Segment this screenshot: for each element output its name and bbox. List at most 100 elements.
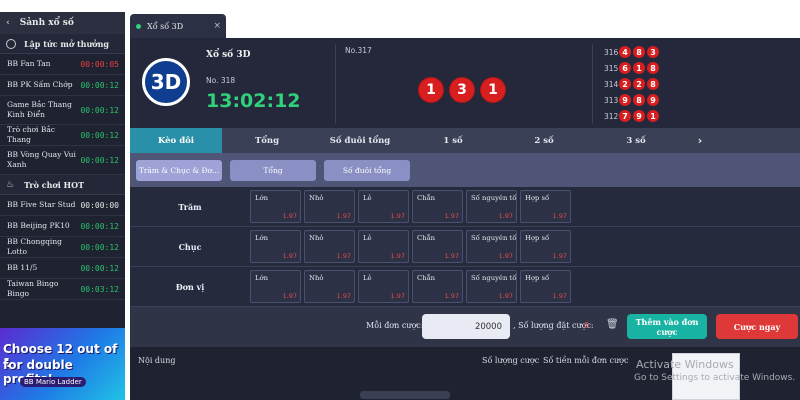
active-dot-icon bbox=[136, 23, 141, 29]
bet-option[interactable]: Nhỏ 1.97 bbox=[304, 270, 355, 303]
table-row bbox=[360, 391, 450, 399]
bet-option[interactable]: Lớn 1.97 bbox=[250, 230, 301, 263]
bet-row-label: Chục bbox=[178, 242, 202, 252]
bet-option-label: Lẻ bbox=[363, 234, 372, 242]
bet-option[interactable]: Lẻ 1.97 bbox=[358, 230, 409, 263]
bet-option-odds: 1.97 bbox=[498, 252, 513, 260]
game-name: BB PK Sấm Chớp bbox=[7, 80, 73, 89]
category-tab[interactable]: 1 số bbox=[408, 128, 498, 153]
game-name: BB Fan Tan bbox=[7, 59, 51, 68]
tab-xo-so-3d[interactable]: Xổ số 3D × bbox=[130, 14, 226, 38]
bet-option-label: Lẻ bbox=[363, 274, 372, 282]
bet-option-label: Lớn bbox=[255, 234, 268, 242]
history-ball: 1 bbox=[633, 62, 645, 74]
bet-row: Đơn vị Lớn 1.97 Nhỏ 1.97 Lẻ 1.97 Chẵn 1.97 Số ngu… bbox=[130, 267, 800, 307]
history-ball: 9 bbox=[619, 94, 631, 106]
sub-tab[interactable]: Tổng bbox=[230, 160, 316, 181]
watermark-subtitle: Go to Settings to activate Windows. bbox=[634, 373, 796, 383]
bet-option[interactable]: Chẵn 1.97 bbox=[412, 270, 463, 303]
bet-option-label: Lớn bbox=[255, 194, 268, 202]
sidebar-game-item[interactable]: Taiwan Bingo Bingo 00:03:12 bbox=[0, 279, 125, 300]
bet-option[interactable]: Chẵn 1.97 bbox=[412, 230, 463, 263]
game-name: BB Five Star Stud bbox=[7, 200, 76, 209]
bet-option[interactable]: Hợp số 1.97 bbox=[520, 230, 571, 263]
bet-option[interactable]: Lớn 1.97 bbox=[250, 270, 301, 303]
chevron-right-icon[interactable]: › bbox=[682, 128, 718, 153]
bet-option[interactable]: Số nguyên tố 1.97 bbox=[466, 270, 517, 303]
sub-tab[interactable]: Số đuôi tổng bbox=[324, 160, 410, 181]
history-ball: 8 bbox=[647, 78, 659, 90]
bet-option[interactable]: Nhỏ 1.97 bbox=[304, 230, 355, 263]
lottery-sidebar: ‹ Sảnh xổ số Lập tức mở thưởng BB Fan Tan… bbox=[0, 12, 125, 400]
game-countdown: 00:00:12 bbox=[80, 105, 119, 115]
game-name: Game Bắc Thang Kinh Điển bbox=[7, 100, 72, 119]
chevron-left-icon[interactable]: ‹ bbox=[6, 18, 10, 28]
bet-now-button[interactable]: Cược ngay bbox=[716, 314, 798, 339]
sidebar-game-item[interactable]: Game Bắc Thang Kinh Điển 00:00:12 bbox=[0, 96, 125, 125]
bet-controls: Mỗi đơn cược: , Số lượng đặt cược: 0 🗑 T… bbox=[130, 307, 800, 347]
history-ball: 3 bbox=[647, 46, 659, 58]
bet-option[interactable]: Số nguyên tố 1.97 bbox=[466, 230, 517, 263]
game-countdown: 00:00:12 bbox=[80, 80, 119, 90]
add-to-slip-button[interactable]: Thêm vào đơn cược bbox=[627, 314, 707, 339]
promo-banner[interactable]: Choose 12 out of 1 for double profits! B… bbox=[0, 328, 125, 400]
sidebar-game-item[interactable]: BB 11/5 00:00:12 bbox=[0, 258, 125, 279]
game-title: Xổ số 3D bbox=[206, 50, 251, 60]
sidebar-section-title: Lập tức mở thưởng bbox=[24, 38, 110, 49]
bet-amount-input[interactable] bbox=[422, 314, 510, 339]
bet-option[interactable]: Lẻ 1.97 bbox=[358, 270, 409, 303]
history-draw-number: 313 bbox=[604, 95, 619, 105]
bet-option[interactable]: Nhỏ 1.97 bbox=[304, 190, 355, 223]
sidebar-section-title: Trò chơi HOT bbox=[24, 179, 85, 190]
game-countdown: 00:00:12 bbox=[80, 242, 119, 252]
category-tab[interactable]: 2 số bbox=[498, 128, 590, 153]
category-tab[interactable]: 3 số bbox=[590, 128, 682, 153]
result-ball: 1 bbox=[419, 78, 443, 102]
bet-option-odds: 1.97 bbox=[552, 252, 567, 260]
result-ball: 1 bbox=[481, 78, 505, 102]
bet-option-odds: 1.97 bbox=[552, 292, 567, 300]
bet-option[interactable]: Lớn 1.97 bbox=[250, 190, 301, 223]
sub-tabs: Trăm & Chục & Đơ... Tổng Số đuôi tổng bbox=[130, 153, 800, 187]
category-tab[interactable]: Kèo đôi bbox=[130, 128, 222, 153]
bet-row: Chục Lớn 1.97 Nhỏ 1.97 Lẻ 1.97 Chẵn 1.97 Số nguyê… bbox=[130, 227, 800, 267]
bet-option-label: Nhỏ bbox=[309, 234, 324, 242]
history-ball: 2 bbox=[619, 78, 631, 90]
bet-option-label: Hợp số bbox=[525, 234, 550, 242]
sidebar-game-item[interactable]: BB Beijing PK10 00:00:12 bbox=[0, 216, 125, 237]
history-ball: 9 bbox=[647, 94, 659, 106]
bet-count: 0 bbox=[584, 321, 590, 330]
game-countdown: 00:00:12 bbox=[80, 263, 119, 273]
bet-option-label: Số nguyên tố bbox=[471, 234, 517, 242]
category-tab[interactable]: Tổng bbox=[222, 128, 312, 153]
sidebar-game-item[interactable]: BB Chongqing Lotto 00:00:12 bbox=[0, 237, 125, 258]
sidebar-game-item[interactable]: BB Five Star Stud 00:00:00 bbox=[0, 195, 125, 216]
game-countdown: 00:00:12 bbox=[80, 155, 119, 165]
bet-option-label: Lẻ bbox=[363, 194, 372, 202]
sidebar-game-item[interactable]: BB PK Sấm Chớp 00:00:12 bbox=[0, 75, 125, 96]
bet-option-label: Nhỏ bbox=[309, 194, 324, 202]
current-draw-number: No. 318 bbox=[206, 76, 236, 85]
bet-option[interactable]: Số nguyên tố 1.97 bbox=[466, 190, 517, 223]
close-icon[interactable]: × bbox=[213, 21, 221, 31]
sidebar-game-item[interactable]: BB Fan Tan 00:00:05 bbox=[0, 54, 125, 75]
trash-icon[interactable]: 🗑 bbox=[606, 319, 619, 330]
game-name: BB 11/5 bbox=[7, 263, 38, 272]
bet-option-odds: 1.97 bbox=[444, 212, 459, 220]
draw-info: 3D Xổ số 3D No. 318 13:02:12 No.317 131 … bbox=[130, 38, 800, 128]
bet-option[interactable]: Hợp số 1.97 bbox=[520, 190, 571, 223]
bet-option-odds: 1.97 bbox=[390, 252, 405, 260]
sidebar-title: Sảnh xổ số bbox=[19, 18, 74, 28]
history-row: 316 4 8 3 bbox=[604, 45, 661, 59]
sub-tab[interactable]: Trăm & Chục & Đơ... bbox=[136, 160, 222, 181]
history-ball: 7 bbox=[619, 110, 631, 122]
bet-option[interactable]: Chẵn 1.97 bbox=[412, 190, 463, 223]
game-name: Trò chơi Bắc Thang bbox=[7, 125, 55, 144]
sidebar-game-item[interactable]: BB Vòng Quay Vui Xanh 00:00:12 bbox=[0, 146, 125, 175]
history-ball: 8 bbox=[647, 62, 659, 74]
category-tab[interactable]: Số đuôi tổng bbox=[312, 128, 408, 153]
bet-option-odds: 1.97 bbox=[444, 252, 459, 260]
bet-option[interactable]: Lẻ 1.97 bbox=[358, 190, 409, 223]
sidebar-game-item[interactable]: Trò chơi Bắc Thang 00:00:12 bbox=[0, 125, 125, 146]
bet-option[interactable]: Hợp số 1.97 bbox=[520, 270, 571, 303]
